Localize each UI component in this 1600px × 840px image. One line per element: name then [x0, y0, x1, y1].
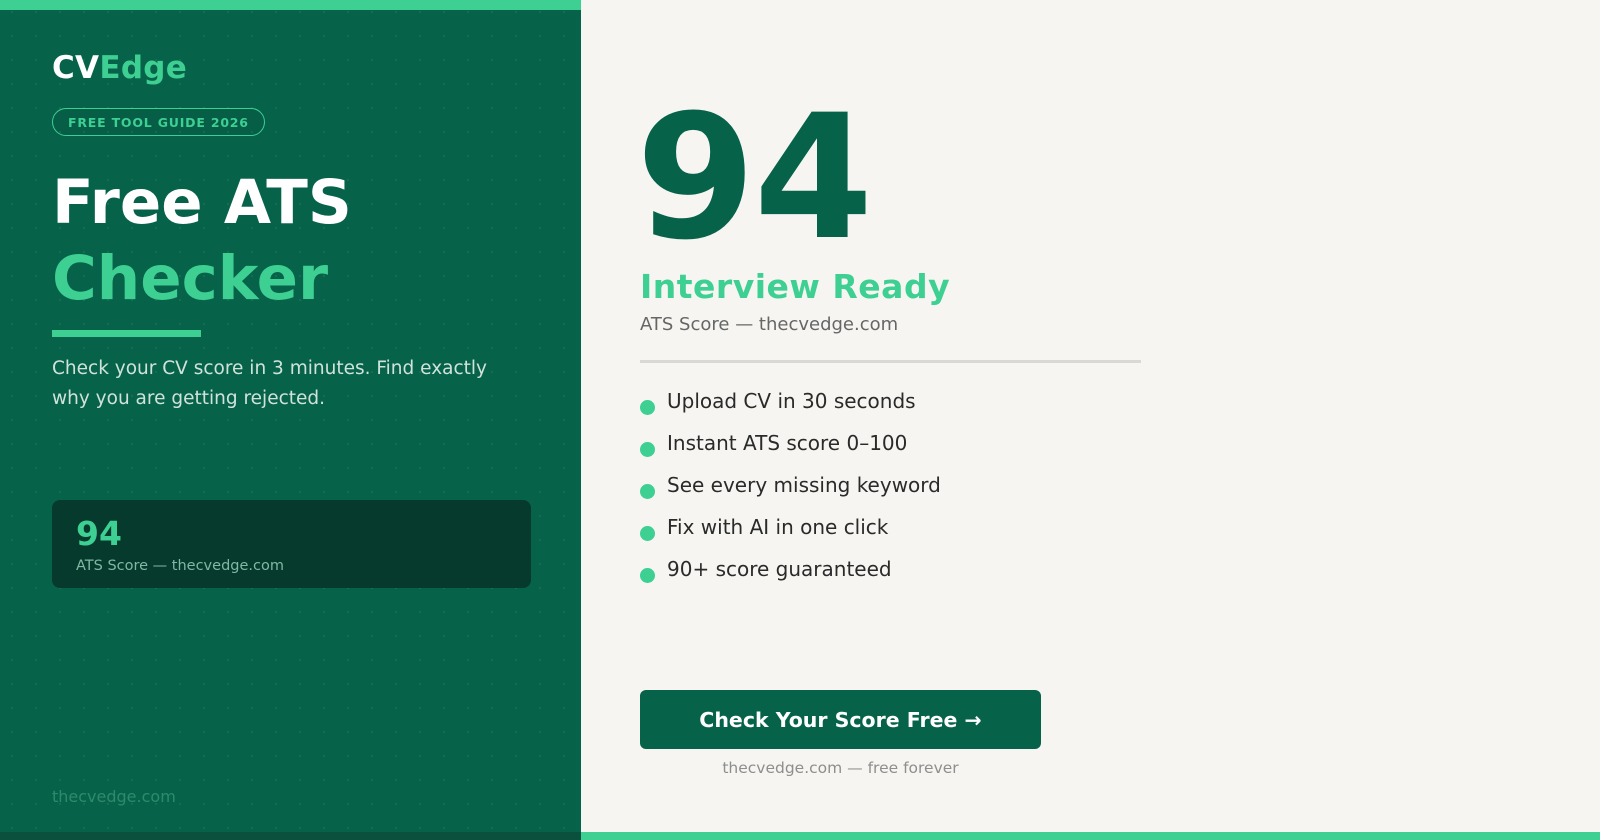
bullet-dot-icon	[640, 399, 655, 415]
brand-logo-part1: CV	[52, 50, 100, 86]
feature-item: Upload CV in 30 seconds	[640, 380, 941, 422]
bullet-dot-icon	[640, 525, 655, 541]
feature-item: See every missing keyword	[640, 464, 941, 506]
guide-badge: FREE TOOL GUIDE 2026	[52, 108, 265, 136]
hero-title-line1: Free ATS	[52, 167, 352, 238]
feature-text: See every missing keyword	[667, 473, 941, 497]
divider	[640, 360, 1141, 363]
bullet-dot-icon	[640, 567, 655, 583]
feature-text: Upload CV in 30 seconds	[667, 389, 916, 413]
big-score: 94	[636, 77, 873, 278]
score-label: ATS Score — thecvedge.com	[640, 314, 899, 335]
bullet-dot-icon	[640, 483, 655, 499]
status-heading: Interview Ready	[640, 267, 951, 306]
cta-subtext: thecvedge.com — free forever	[722, 759, 959, 777]
check-score-button[interactable]: Check Your Score Free →	[640, 690, 1041, 749]
feature-text: 90+ score guaranteed	[667, 557, 892, 581]
feature-item: Fix with AI in one click	[640, 506, 941, 548]
feature-list: Upload CV in 30 seconds Instant ATS scor…	[640, 380, 941, 590]
left-panel: CVEdge FREE TOOL GUIDE 2026 Free ATS Che…	[0, 0, 581, 840]
feature-text: Fix with AI in one click	[667, 515, 889, 539]
score-card: 94 ATS Score — thecvedge.com	[52, 500, 531, 588]
left-bottom-bar	[0, 832, 581, 840]
top-accent-bar	[0, 0, 581, 10]
feature-item: Instant ATS score 0–100	[640, 422, 941, 464]
left-footer-url: thecvedge.com	[52, 787, 176, 806]
feature-text: Instant ATS score 0–100	[667, 431, 908, 455]
bullet-dot-icon	[640, 441, 655, 457]
hero-description: Check your CV score in 3 minutes. Find e…	[52, 358, 487, 409]
right-bottom-bar	[581, 832, 1600, 840]
brand-logo-part2: Edge	[99, 50, 188, 86]
score-card-value: 94	[76, 514, 122, 553]
title-underline	[52, 330, 201, 337]
brand-logo: CVEdge	[52, 50, 187, 86]
feature-item: 90+ score guaranteed	[640, 548, 941, 590]
score-card-label: ATS Score — thecvedge.com	[76, 558, 284, 574]
hero-title-line2: Checker	[52, 243, 329, 314]
